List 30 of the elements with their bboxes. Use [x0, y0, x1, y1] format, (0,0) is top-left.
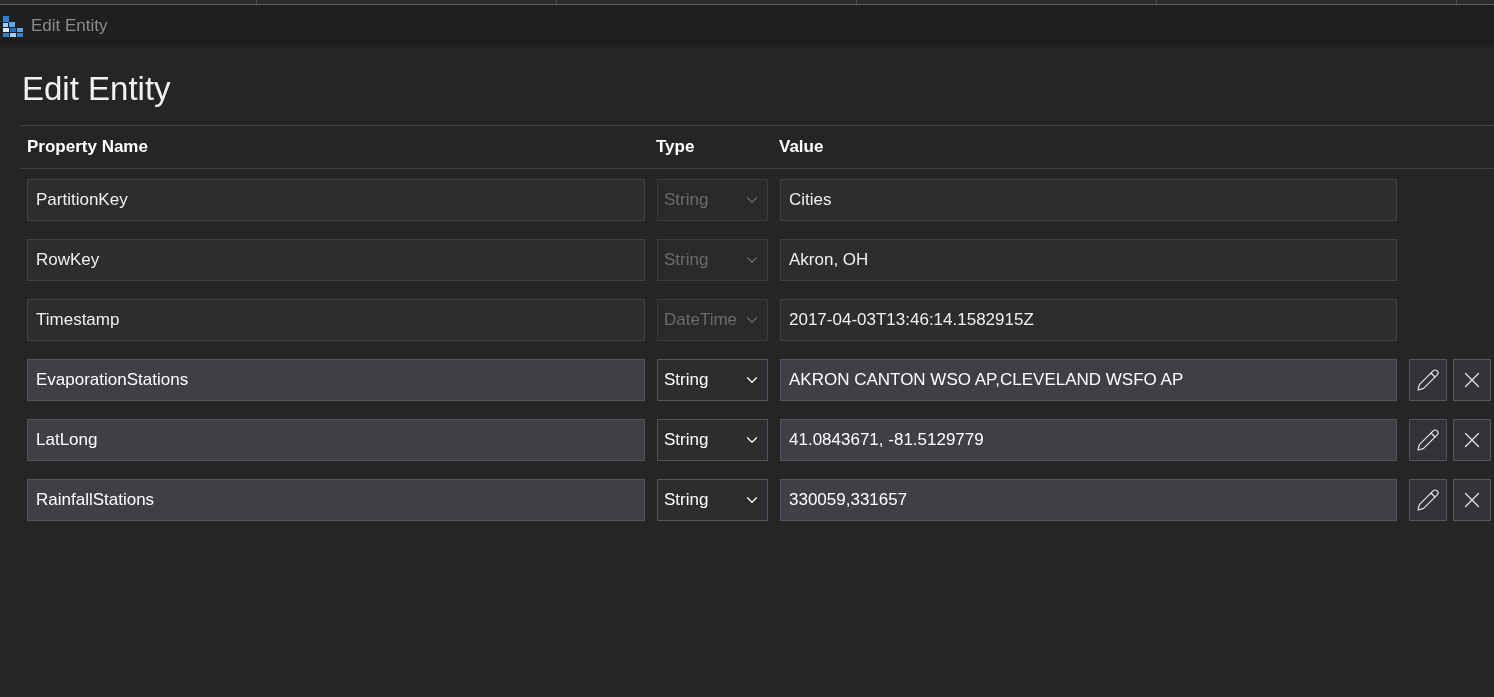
delete-button[interactable]	[1453, 479, 1491, 521]
page-heading: Edit Entity	[22, 69, 171, 109]
type-dropdown[interactable]: String	[657, 359, 768, 401]
edit-button[interactable]	[1409, 419, 1447, 461]
delete-button[interactable]	[1453, 359, 1491, 401]
property-value-field[interactable]: Cities	[780, 179, 1397, 221]
property-value-field[interactable]: AKRON CANTON WSO AP,CLEVELAND WSFO AP	[780, 359, 1397, 401]
property-name-field[interactable]: LatLong	[27, 419, 645, 461]
pencil-icon	[1416, 428, 1440, 452]
column-header: Type	[656, 136, 696, 159]
type-dropdown[interactable]: String	[657, 479, 768, 521]
property-value-field[interactable]: 330059,331657	[780, 479, 1397, 521]
edit-button[interactable]	[1409, 359, 1447, 401]
pencil-icon	[1416, 488, 1440, 512]
property-name-field[interactable]: EvaporationStations	[27, 359, 645, 401]
property-name-field[interactable]: RainfallStations	[27, 479, 645, 521]
type-dropdown[interactable]: String	[657, 419, 768, 461]
edit-button[interactable]	[1409, 479, 1447, 521]
window-title: Edit Entity	[31, 15, 108, 38]
column-header: Value	[779, 136, 824, 159]
pencil-icon	[1416, 368, 1440, 392]
property-value-field[interactable]: 41.0843671, -81.5129779	[780, 419, 1397, 461]
property-name-field[interactable]: PartitionKey	[27, 179, 645, 221]
property-value-field[interactable]: Akron, OH	[780, 239, 1397, 281]
property-value-field[interactable]: 2017-04-03T13:46:14.1582915Z	[780, 299, 1397, 341]
property-name-field[interactable]: RowKey	[27, 239, 645, 281]
app-grid-icon	[3, 15, 24, 37]
column-header: Property Name	[27, 136, 149, 159]
property-name-field[interactable]: Timestamp	[27, 299, 645, 341]
delete-button[interactable]	[1453, 419, 1491, 461]
